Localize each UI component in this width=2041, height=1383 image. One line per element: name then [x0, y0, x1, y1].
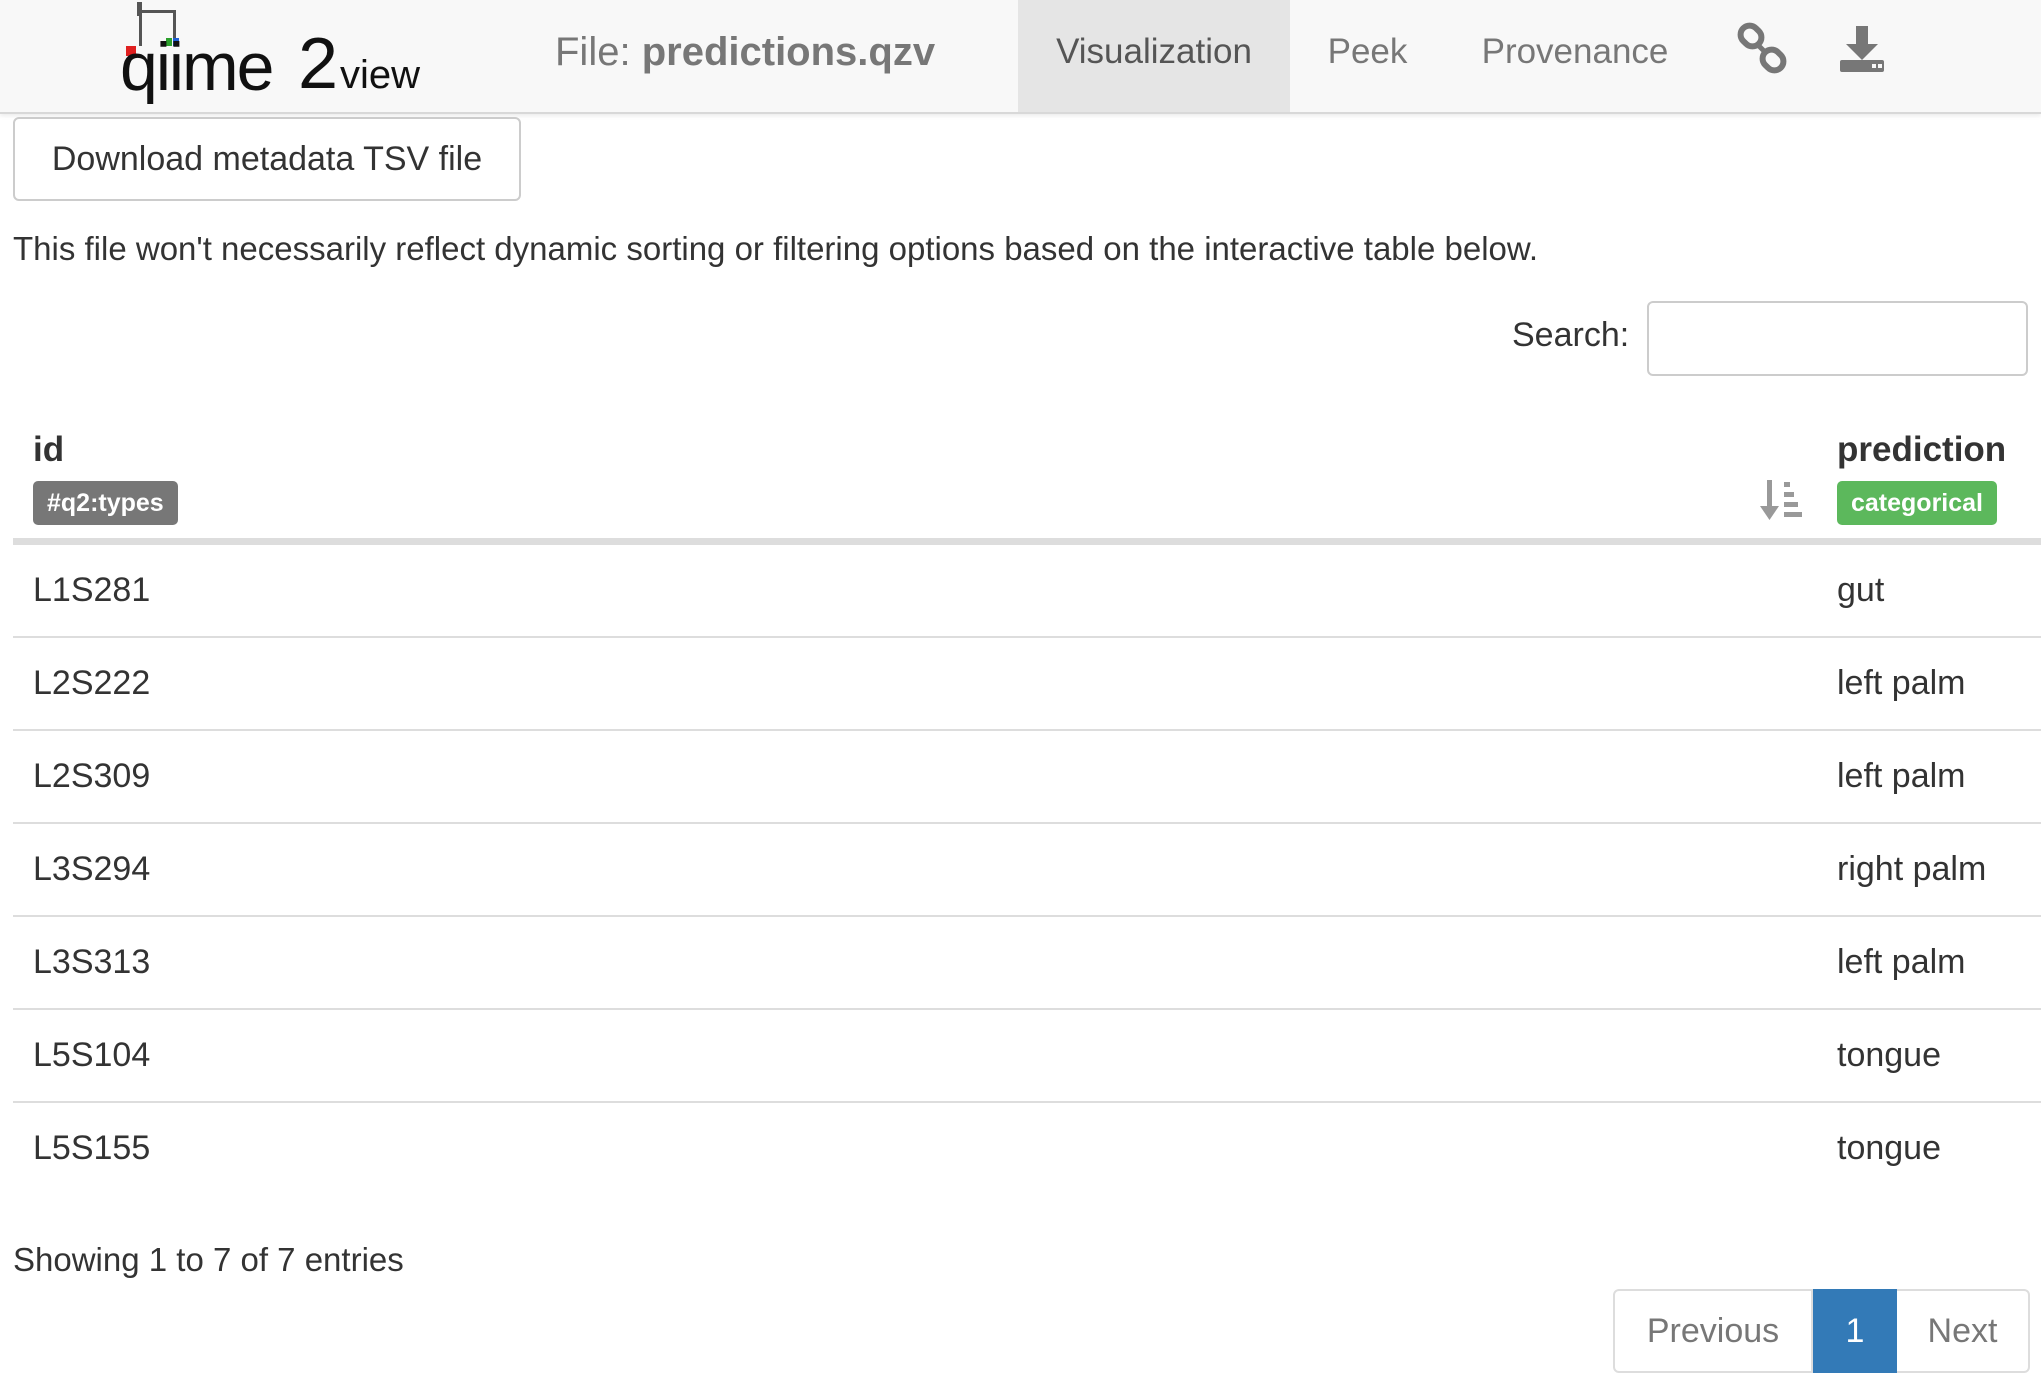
tab-peek[interactable]: Peek — [1290, 0, 1445, 112]
table-row: L1S281 gut — [13, 545, 2041, 638]
cell-prediction: left palm — [1837, 664, 1966, 702]
navbar: qiime 2 view File: predictions.qzv Visua… — [0, 0, 2041, 114]
cell-id: L1S281 — [33, 571, 151, 609]
cell-prediction: tongue — [1837, 1036, 1941, 1074]
next-page-button[interactable]: Next — [1897, 1289, 2030, 1373]
table-header: id #q2:types prediction categorical — [13, 420, 2041, 545]
svg-text:qiime: qiime — [120, 29, 273, 105]
qiime2view-logo[interactable]: qiime 2 view — [118, 0, 438, 110]
tab-provenance-label: Provenance — [1481, 32, 1669, 71]
table-row: L5S155 tongue — [13, 1103, 2041, 1196]
cell-prediction: gut — [1837, 571, 1885, 609]
tab-visualization[interactable]: Visualization — [1018, 0, 1290, 112]
metadata-table: id #q2:types prediction categorical L1S2… — [13, 420, 2041, 1196]
column-title-id: id — [33, 430, 65, 469]
cell-id: L2S222 — [33, 664, 151, 702]
download-note: This file won't necessarily reflect dyna… — [13, 230, 1539, 267]
column-type-badge-prediction: categorical — [1837, 481, 1998, 525]
page-1-button[interactable]: 1 — [1813, 1289, 1897, 1373]
download-icon[interactable] — [1834, 22, 1890, 78]
download-metadata-button[interactable]: Download metadata TSV file — [13, 117, 521, 201]
table-row: L3S313 left palm — [13, 917, 2041, 1010]
tab-visualization-label: Visualization — [1056, 32, 1252, 71]
sort-amount-down-icon[interactable] — [1760, 478, 1802, 522]
column-type-badge-id: #q2:types — [33, 481, 178, 525]
cell-prediction: right palm — [1837, 850, 1987, 888]
previous-page-button[interactable]: Previous — [1613, 1289, 1813, 1373]
column-title-prediction: prediction — [1837, 430, 2007, 469]
search-input[interactable] — [1647, 301, 2028, 376]
table-row: L2S222 left palm — [13, 638, 2041, 731]
file-title: File: predictions.qzv — [555, 30, 935, 75]
svg-text:view: view — [340, 53, 420, 97]
search-label: Search: — [1512, 316, 1630, 354]
tab-peek-label: Peek — [1327, 32, 1408, 71]
file-name: predictions.qzv — [641, 30, 936, 74]
cell-id: L2S309 — [33, 757, 151, 795]
download-metadata-button-label: Download metadata TSV file — [51, 140, 483, 178]
table-row: L2S309 left palm — [13, 731, 2041, 824]
cell-prediction: left palm — [1837, 757, 1966, 795]
table-info: Showing 1 to 7 of 7 entries — [13, 1241, 404, 1278]
svg-text:2: 2 — [298, 24, 338, 104]
tab-provenance[interactable]: Provenance — [1445, 0, 1705, 112]
table-row: L3S294 right palm — [13, 824, 2041, 917]
cell-prediction: left palm — [1837, 943, 1966, 981]
file-prefix: File: — [555, 30, 631, 74]
cell-id: L5S104 — [33, 1036, 151, 1074]
cell-id: L3S313 — [33, 943, 151, 981]
pagination: Previous 1 Next — [1613, 1289, 2030, 1373]
table-row: L5S104 tongue — [13, 1010, 2041, 1103]
cell-id: L5S155 — [33, 1129, 151, 1167]
cell-prediction: tongue — [1837, 1129, 1941, 1167]
table-body: L1S281 gut L2S222 left palm L2S309 left … — [13, 545, 2041, 1196]
cell-id: L3S294 — [33, 850, 151, 888]
link-icon[interactable] — [1735, 22, 1791, 78]
